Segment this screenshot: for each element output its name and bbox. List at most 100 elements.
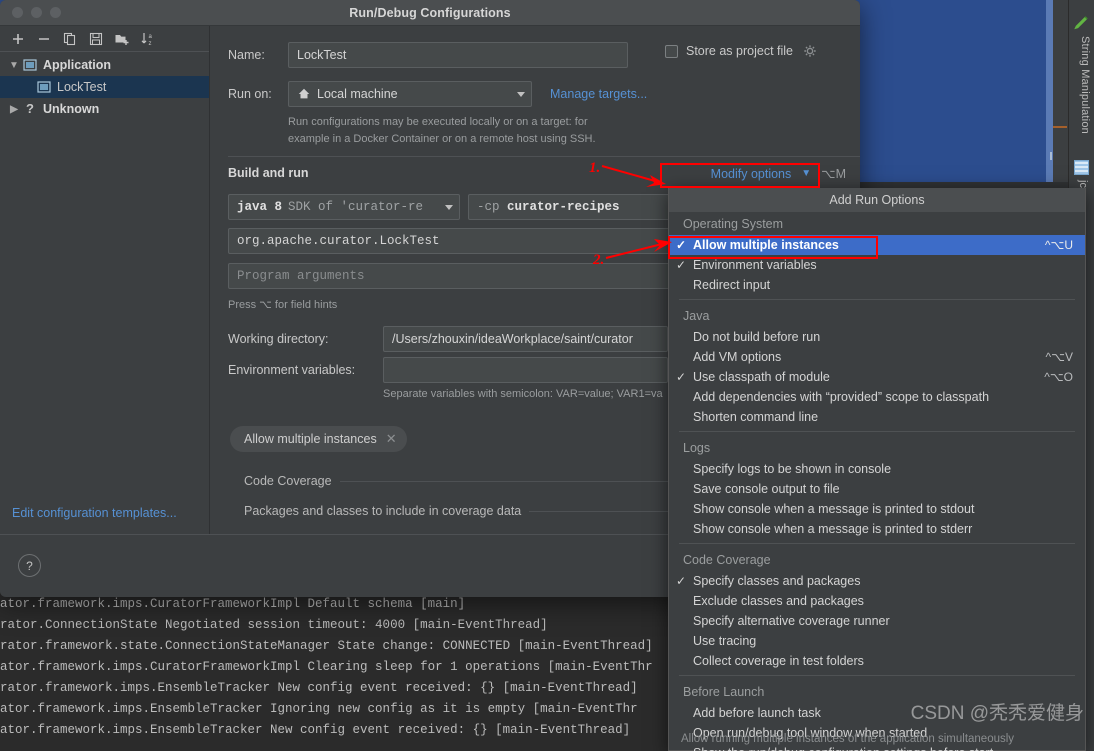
menu-item-shorten-command-line[interactable]: Shorten command line [669,407,1085,427]
menu-item-label: Collect coverage in test folders [693,654,864,668]
menu-item-show-console-stdout[interactable]: Show console when a message is printed t… [669,499,1085,519]
working-directory-row: Working directory: /Users/zhouxin/ideaWo… [228,326,668,352]
save-icon[interactable] [88,31,104,47]
jre-select[interactable]: java 8 SDK of 'curator-re [228,194,460,220]
working-directory-input[interactable]: /Users/zhouxin/ideaWorkplace/saint/curat… [383,326,668,352]
chevron-down-icon[interactable] [517,91,525,97]
menu-item-label: Save console output to file [693,482,840,496]
menu-item-specify-classes-and-packages[interactable]: ✓ Specify classes and packages [669,571,1085,591]
tree-node-label: Application [43,58,112,72]
allow-multiple-instances-chip[interactable]: Allow multiple instances ✕ [230,426,407,452]
run-on-label: Run on: [228,87,272,101]
menu-item-add-vm-options[interactable]: Add VM options ^⌥V [669,347,1085,367]
configurations-tree[interactable]: ▼ Application LockTest ▶ ? Unknown [0,52,209,506]
jc-label[interactable]: jc [1077,180,1089,188]
menu-item-shortcut: ^⌥U [1044,238,1073,252]
menu-item-shortcut: ^⌥V [1045,350,1073,364]
menu-item-label: Do not build before run [693,330,821,344]
menu-item-label: Specify alternative coverage runner [693,614,890,628]
annotation-step-1: 1. [589,160,601,176]
menu-item-label: Shorten command line [693,410,819,424]
home-icon [298,88,310,99]
menu-item-redirect-input[interactable]: Redirect input [669,275,1085,295]
application-icon [23,59,37,71]
environment-variables-row: Environment variables: [228,357,668,383]
menu-item-shortcut: ^⌥O [1044,370,1073,384]
menu-item-allow-multiple-instances[interactable]: ✓ Allow multiple instances ^⌥U [669,235,1085,255]
edit-configuration-templates-link[interactable]: Edit configuration templates... [0,506,209,534]
pencil-icon[interactable] [1072,14,1090,32]
menu-item-label: Specify logs to be shown in console [693,462,892,476]
new-folder-icon[interactable] [114,31,130,47]
code-coverage-label: Code Coverage [244,474,332,488]
chip-label: Allow multiple instances [244,432,377,446]
copy-icon[interactable] [62,31,78,47]
environment-variables-hint: Separate variables with semicolon: VAR=v… [383,388,663,400]
menu-item-add-provided-dependencies[interactable]: Add dependencies with “provided” scope t… [669,387,1085,407]
tree-node-locktest[interactable]: LockTest [0,76,209,98]
chevron-right-icon[interactable]: ▶ [6,104,22,115]
group-header-java: Java [683,308,710,323]
menu-item-exclude-classes-and-packages[interactable]: Exclude classes and packages [669,591,1085,611]
menu-item-save-console-output[interactable]: Save console output to file [669,479,1085,499]
run-on-row: Run on: Local machine Manage targets... [228,81,647,107]
tree-node-application[interactable]: ▼ Application [0,54,209,76]
add-run-options-popup: Add Run Options Operating System ✓ Allow… [668,188,1086,751]
chevron-down-icon[interactable] [445,204,453,210]
working-directory-label: Working directory: [228,332,329,346]
annotation-step-2: 2. [593,252,605,268]
menu-divider [679,543,1075,544]
table-icon[interactable] [1074,160,1089,175]
sort-alphabetically-icon[interactable]: a z [140,31,156,47]
close-icon[interactable]: ✕ [386,431,397,447]
question-icon: ? [26,101,34,116]
editor-error-marker [1053,126,1067,128]
run-on-value: Local machine [317,87,398,101]
store-as-project-file-checkbox[interactable] [665,44,678,58]
tree-node-label: LockTest [57,80,107,94]
menu-item-label: Specify classes and packages [693,574,861,588]
run-on-select[interactable]: Local machine [288,81,532,107]
chevron-down-icon[interactable]: ▼ [6,60,22,71]
classpath-module-input[interactable]: -cp curator-recipes [468,194,698,220]
menu-item-show-console-stderr[interactable]: Show console when a message is printed t… [669,519,1085,539]
editor-selection-area-2 [846,0,1052,182]
svg-text:a: a [149,34,153,40]
configurations-tree-pane: a z ▼ Application LockTest ▶ ? Unknown E… [0,26,210,534]
menu-item-label: Redirect input [693,278,771,292]
string-manipulation-label[interactable]: String Manipulation [1079,36,1091,134]
menu-item-use-tracing[interactable]: Use tracing [669,631,1085,651]
menu-item-label: Add before launch task [693,706,821,720]
menu-item-use-classpath-of-module[interactable]: ✓ Use classpath of module ^⌥O [669,367,1085,387]
store-as-project-file-row: Store as project file [665,44,817,58]
menu-item-label: Add VM options [693,350,782,364]
check-icon: ✓ [675,574,687,588]
run-on-hint-line-1: Run configurations may be executed local… [288,116,588,128]
menu-item-environment-variables[interactable]: ✓ Environment variables [669,255,1085,275]
modify-options-button[interactable]: Modify options ▼ ⌥M [711,166,846,182]
tree-node-unknown[interactable]: ▶ ? Unknown [0,98,209,120]
dialog-title: Run/Debug Configurations [349,5,511,20]
menu-item-specify-logs[interactable]: Specify logs to be shown in console [669,459,1085,479]
name-input[interactable]: LockTest [288,42,628,68]
add-icon[interactable] [10,31,26,47]
group-header-operating-system: Operating System [683,216,784,231]
menu-item-label: Show console when a message is printed t… [693,522,973,536]
modify-options-shortcut: ⌥M [821,167,846,181]
help-button[interactable]: ? [18,554,41,577]
popup-title: Add Run Options [669,188,1085,212]
menu-item-collect-coverage-in-test-folders[interactable]: Collect coverage in test folders [669,651,1085,671]
menu-divider [679,675,1075,676]
menu-item-specify-alternative-coverage-runner[interactable]: Specify alternative coverage runner [669,611,1085,631]
manage-targets-link[interactable]: Manage targets... [550,87,647,101]
field-hints-label: Press ⌥ for field hints [228,299,338,311]
menu-item-do-not-build-before-run[interactable]: Do not build before run [669,327,1085,347]
name-label: Name: [228,48,265,62]
jre-sdk-name: SDK of 'curator-re [288,200,424,214]
group-header-code-coverage: Code Coverage [683,552,771,567]
form-divider [228,156,860,157]
environment-variables-input[interactable] [383,357,668,383]
menu-divider [679,431,1075,432]
gear-icon[interactable] [803,44,817,58]
remove-icon[interactable] [36,31,52,47]
